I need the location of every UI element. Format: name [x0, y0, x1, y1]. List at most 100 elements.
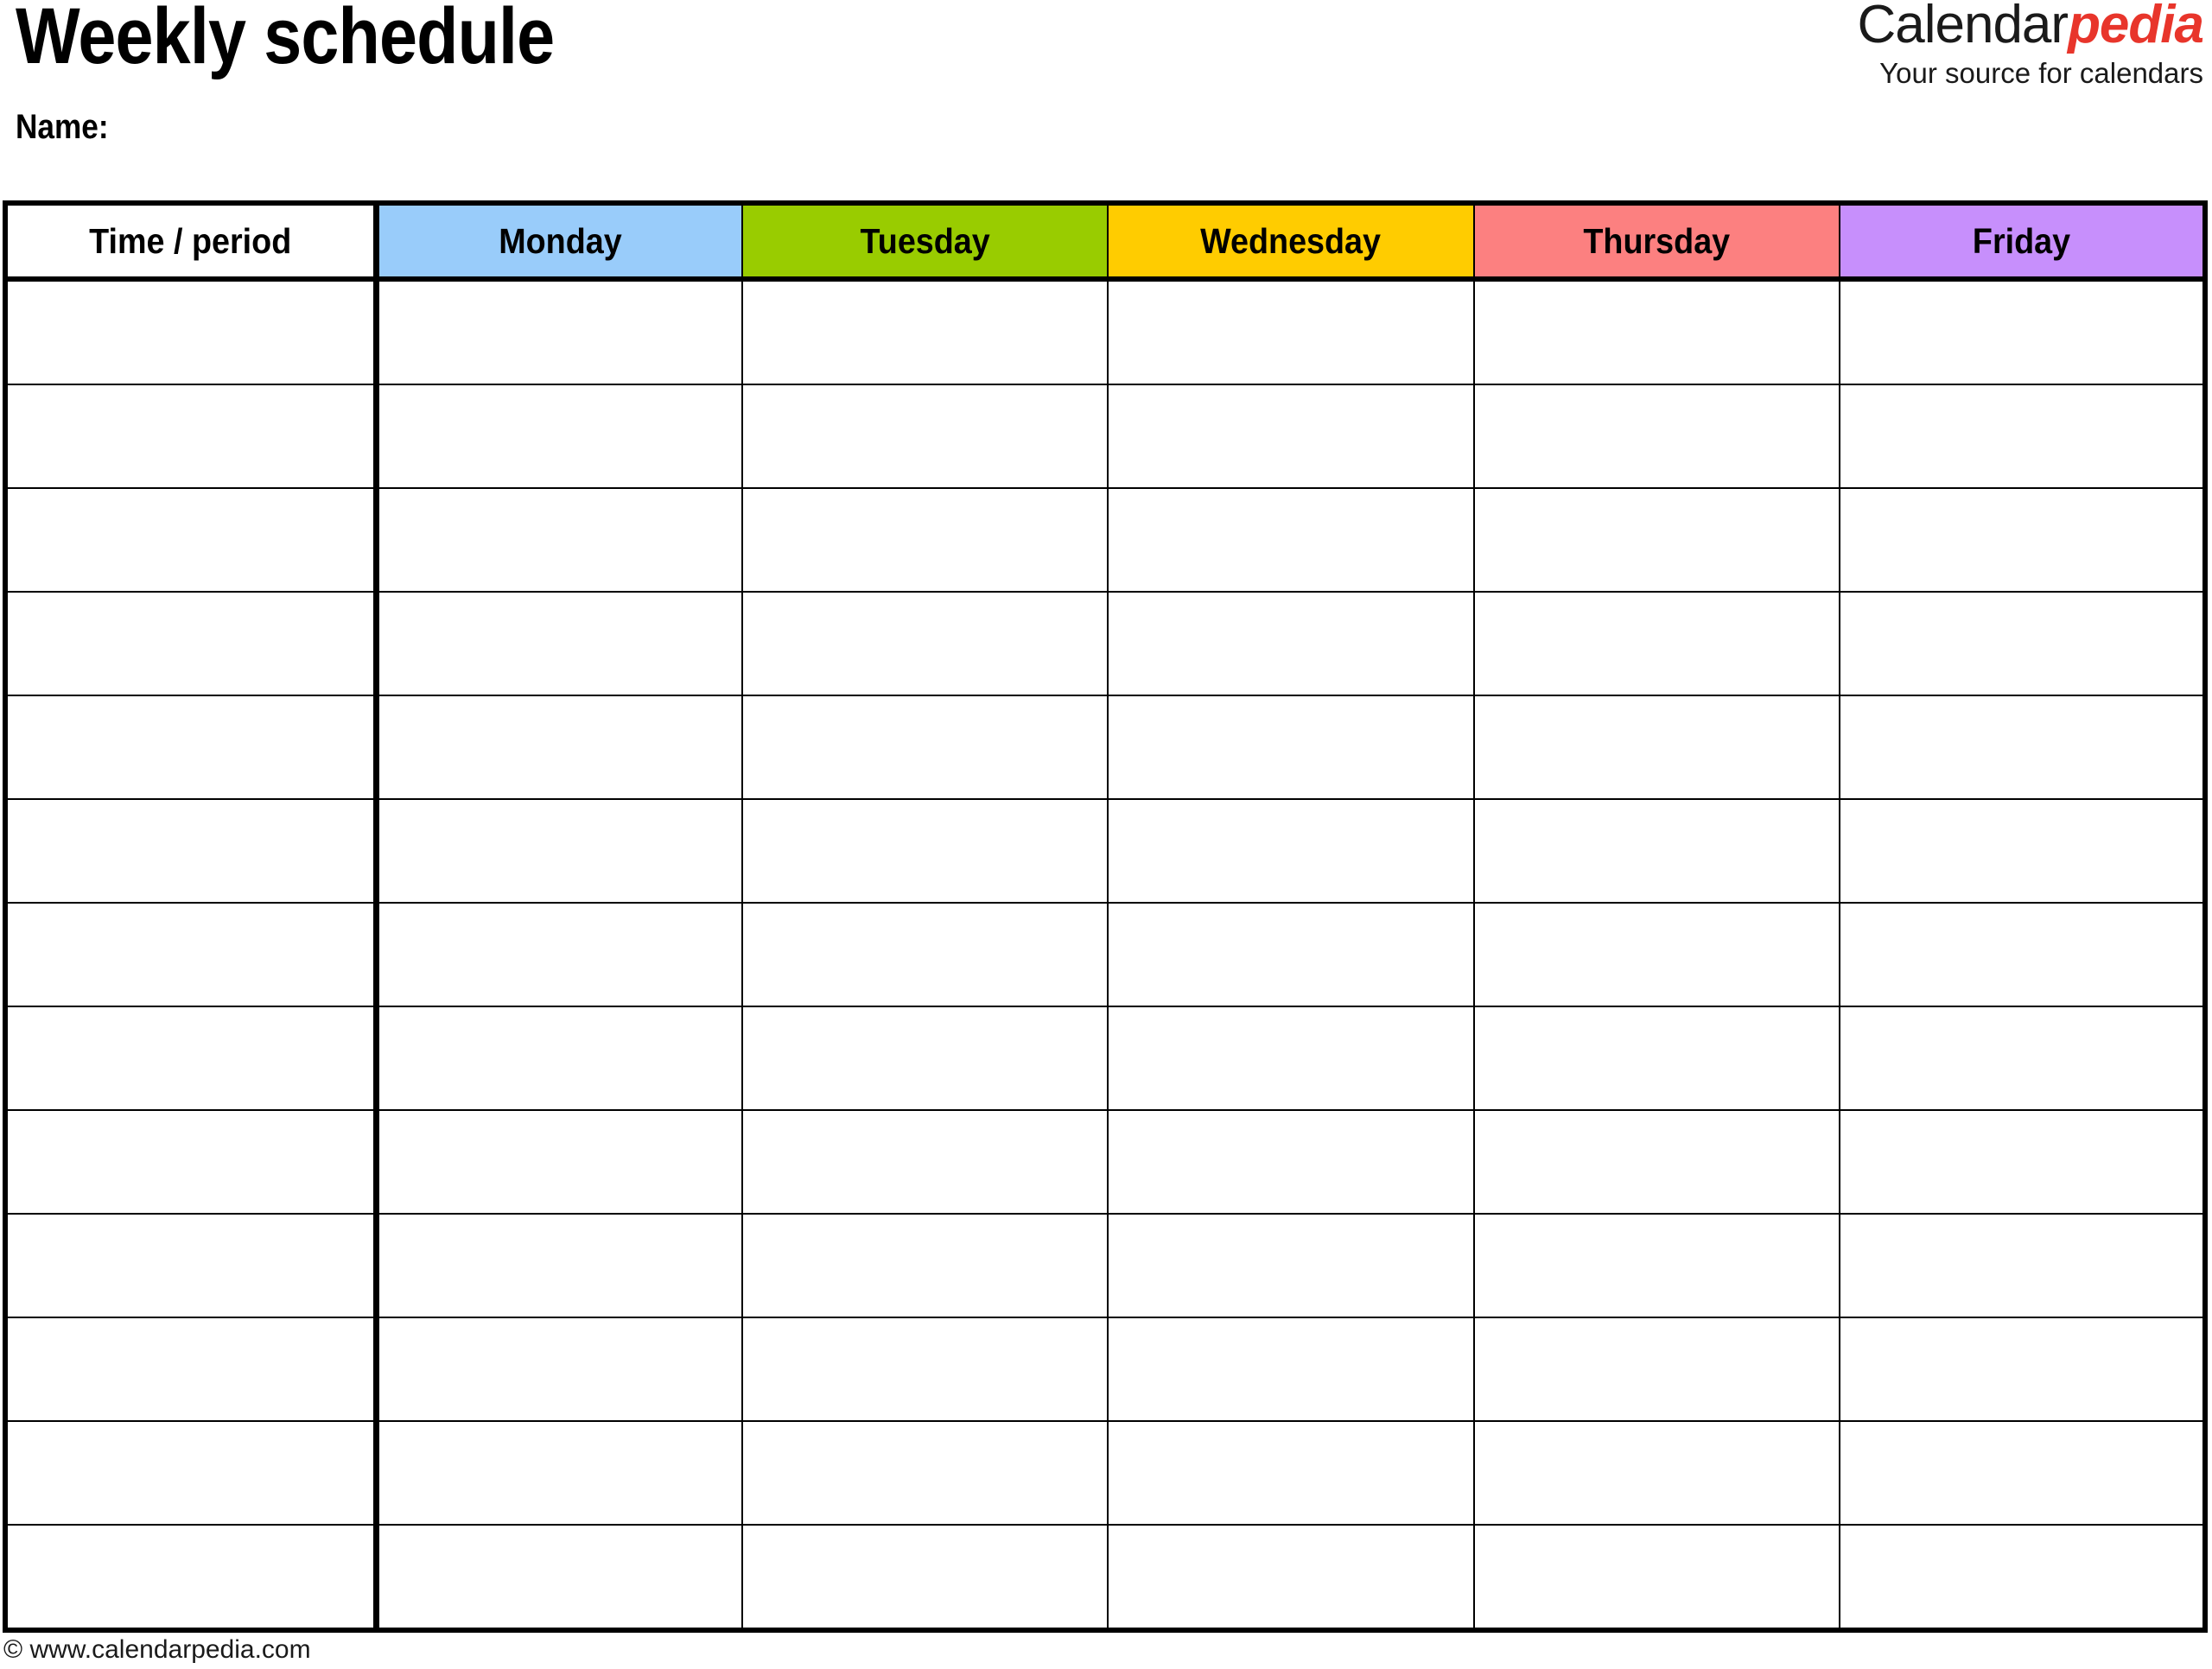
schedule-head: Time / period Monday Tuesday Wednesday Thurs…: [5, 203, 2207, 282]
schedule-cell-friday[interactable]: [1838, 1213, 2207, 1318]
schedule-cell-wednesday[interactable]: [1107, 487, 1475, 593]
schedule-row: [4, 1006, 2207, 1111]
schedule-cell-thursday[interactable]: [1472, 278, 1840, 385]
schedule-cell-wednesday[interactable]: [1107, 278, 1475, 385]
column-header-label: Wednesday: [1200, 220, 1382, 261]
schedule-cell-tuesday[interactable]: [741, 1524, 1109, 1630]
schedule-cell-tuesday[interactable]: [741, 384, 1109, 489]
schedule-cell-tuesday[interactable]: [741, 695, 1109, 800]
schedule-cell-monday[interactable]: [375, 278, 744, 385]
schedule-header-row: Time / period Monday Tuesday Wednesday Thurs…: [5, 203, 2207, 282]
schedule-cell-wednesday[interactable]: [1107, 1006, 1475, 1111]
schedule-cell-thursday[interactable]: [1472, 384, 1840, 489]
schedule-cell-time[interactable]: [4, 591, 380, 696]
schedule-cell-monday[interactable]: [375, 902, 744, 1007]
column-header-label: Friday: [1972, 220, 2070, 261]
schedule-table-wrapper: Time / period Monday Tuesday Wednesday Thurs…: [3, 200, 2208, 1633]
schedule-cell-tuesday[interactable]: [741, 487, 1109, 593]
schedule-row: [4, 278, 2207, 385]
schedule-cell-wednesday[interactable]: [1107, 798, 1475, 904]
schedule-row: [4, 384, 2207, 489]
schedule-row: [4, 902, 2207, 1007]
schedule-body: [4, 278, 2207, 1630]
schedule-row: [4, 487, 2207, 593]
column-header-tuesday: Tuesday: [741, 203, 1109, 282]
schedule-cell-thursday[interactable]: [1472, 1109, 1840, 1215]
schedule-cell-wednesday[interactable]: [1107, 1524, 1475, 1630]
schedule-cell-thursday[interactable]: [1472, 1006, 1840, 1111]
schedule-cell-tuesday[interactable]: [741, 1109, 1109, 1215]
schedule-cell-tuesday[interactable]: [741, 902, 1109, 1007]
schedule-cell-thursday[interactable]: [1472, 902, 1840, 1007]
schedule-cell-monday[interactable]: [375, 1524, 744, 1630]
schedule-cell-tuesday[interactable]: [741, 1213, 1109, 1318]
schedule-cell-friday[interactable]: [1838, 1524, 2207, 1630]
schedule-row: [4, 1317, 2207, 1422]
page-title: Weekly schedule: [16, 0, 555, 80]
schedule-cell-tuesday[interactable]: [741, 1420, 1109, 1526]
schedule-cell-monday[interactable]: [375, 798, 744, 904]
schedule-row: [4, 1109, 2207, 1215]
schedule-cell-time[interactable]: [4, 1524, 380, 1630]
schedule-cell-tuesday[interactable]: [741, 1006, 1109, 1111]
column-header-time: Time / period: [5, 203, 380, 282]
schedule-cell-time[interactable]: [4, 1213, 380, 1318]
schedule-cell-time[interactable]: [4, 695, 380, 800]
schedule-cell-friday[interactable]: [1838, 798, 2207, 904]
column-header-label: Thursday: [1583, 220, 1731, 261]
schedule-cell-time[interactable]: [4, 902, 380, 1007]
schedule-cell-friday[interactable]: [1838, 1420, 2207, 1526]
logo-wordmark: Calendarpedia: [1857, 0, 2204, 52]
schedule-cell-monday[interactable]: [375, 1109, 744, 1215]
column-header-label: Monday: [499, 220, 622, 261]
schedule-cell-wednesday[interactable]: [1107, 384, 1475, 489]
schedule-cell-time[interactable]: [4, 1109, 380, 1215]
schedule-cell-time[interactable]: [4, 384, 380, 489]
schedule-cell-monday[interactable]: [375, 1006, 744, 1111]
schedule-cell-friday[interactable]: [1838, 1006, 2207, 1111]
schedule-cell-tuesday[interactable]: [741, 591, 1109, 696]
schedule-cell-friday[interactable]: [1838, 1109, 2207, 1215]
schedule-cell-wednesday[interactable]: [1107, 591, 1475, 696]
schedule-cell-monday[interactable]: [375, 695, 744, 800]
schedule-cell-time[interactable]: [4, 1420, 380, 1526]
schedule-cell-time[interactable]: [4, 798, 380, 904]
schedule-cell-thursday[interactable]: [1472, 1317, 1840, 1422]
schedule-cell-time[interactable]: [4, 278, 380, 385]
schedule-cell-wednesday[interactable]: [1107, 1109, 1475, 1215]
schedule-cell-thursday[interactable]: [1472, 1213, 1840, 1318]
schedule-cell-thursday[interactable]: [1472, 1524, 1840, 1630]
schedule-cell-monday[interactable]: [375, 591, 744, 696]
schedule-cell-tuesday[interactable]: [741, 798, 1109, 904]
schedule-cell-friday[interactable]: [1838, 384, 2207, 489]
schedule-cell-friday[interactable]: [1838, 902, 2207, 1007]
schedule-cell-thursday[interactable]: [1472, 1420, 1840, 1526]
schedule-cell-monday[interactable]: [375, 487, 744, 593]
schedule-cell-wednesday[interactable]: [1107, 695, 1475, 800]
schedule-cell-wednesday[interactable]: [1107, 902, 1475, 1007]
schedule-cell-friday[interactable]: [1838, 1317, 2207, 1422]
schedule-cell-monday[interactable]: [375, 1317, 744, 1422]
schedule-cell-monday[interactable]: [375, 1420, 744, 1526]
schedule-cell-thursday[interactable]: [1472, 695, 1840, 800]
schedule-cell-time[interactable]: [4, 487, 380, 593]
schedule-cell-friday[interactable]: [1838, 591, 2207, 696]
schedule-cell-thursday[interactable]: [1472, 798, 1840, 904]
calendarpedia-logo[interactable]: Calendarpedia Your source for calendars: [1857, 0, 2204, 89]
schedule-cell-tuesday[interactable]: [741, 278, 1109, 385]
schedule-cell-wednesday[interactable]: [1107, 1213, 1475, 1318]
schedule-cell-friday[interactable]: [1838, 487, 2207, 593]
column-header-wednesday: Wednesday: [1107, 203, 1475, 282]
schedule-cell-monday[interactable]: [375, 1213, 744, 1318]
logo-tagline: Your source for calendars: [1879, 57, 2203, 89]
schedule-cell-friday[interactable]: [1838, 278, 2207, 385]
schedule-cell-time[interactable]: [4, 1006, 380, 1111]
schedule-cell-tuesday[interactable]: [741, 1317, 1109, 1422]
schedule-cell-friday[interactable]: [1838, 695, 2207, 800]
schedule-cell-thursday[interactable]: [1472, 591, 1840, 696]
schedule-cell-monday[interactable]: [375, 384, 744, 489]
schedule-cell-thursday[interactable]: [1472, 487, 1840, 593]
schedule-cell-wednesday[interactable]: [1107, 1317, 1475, 1422]
schedule-cell-time[interactable]: [4, 1317, 380, 1422]
schedule-cell-wednesday[interactable]: [1107, 1420, 1475, 1526]
